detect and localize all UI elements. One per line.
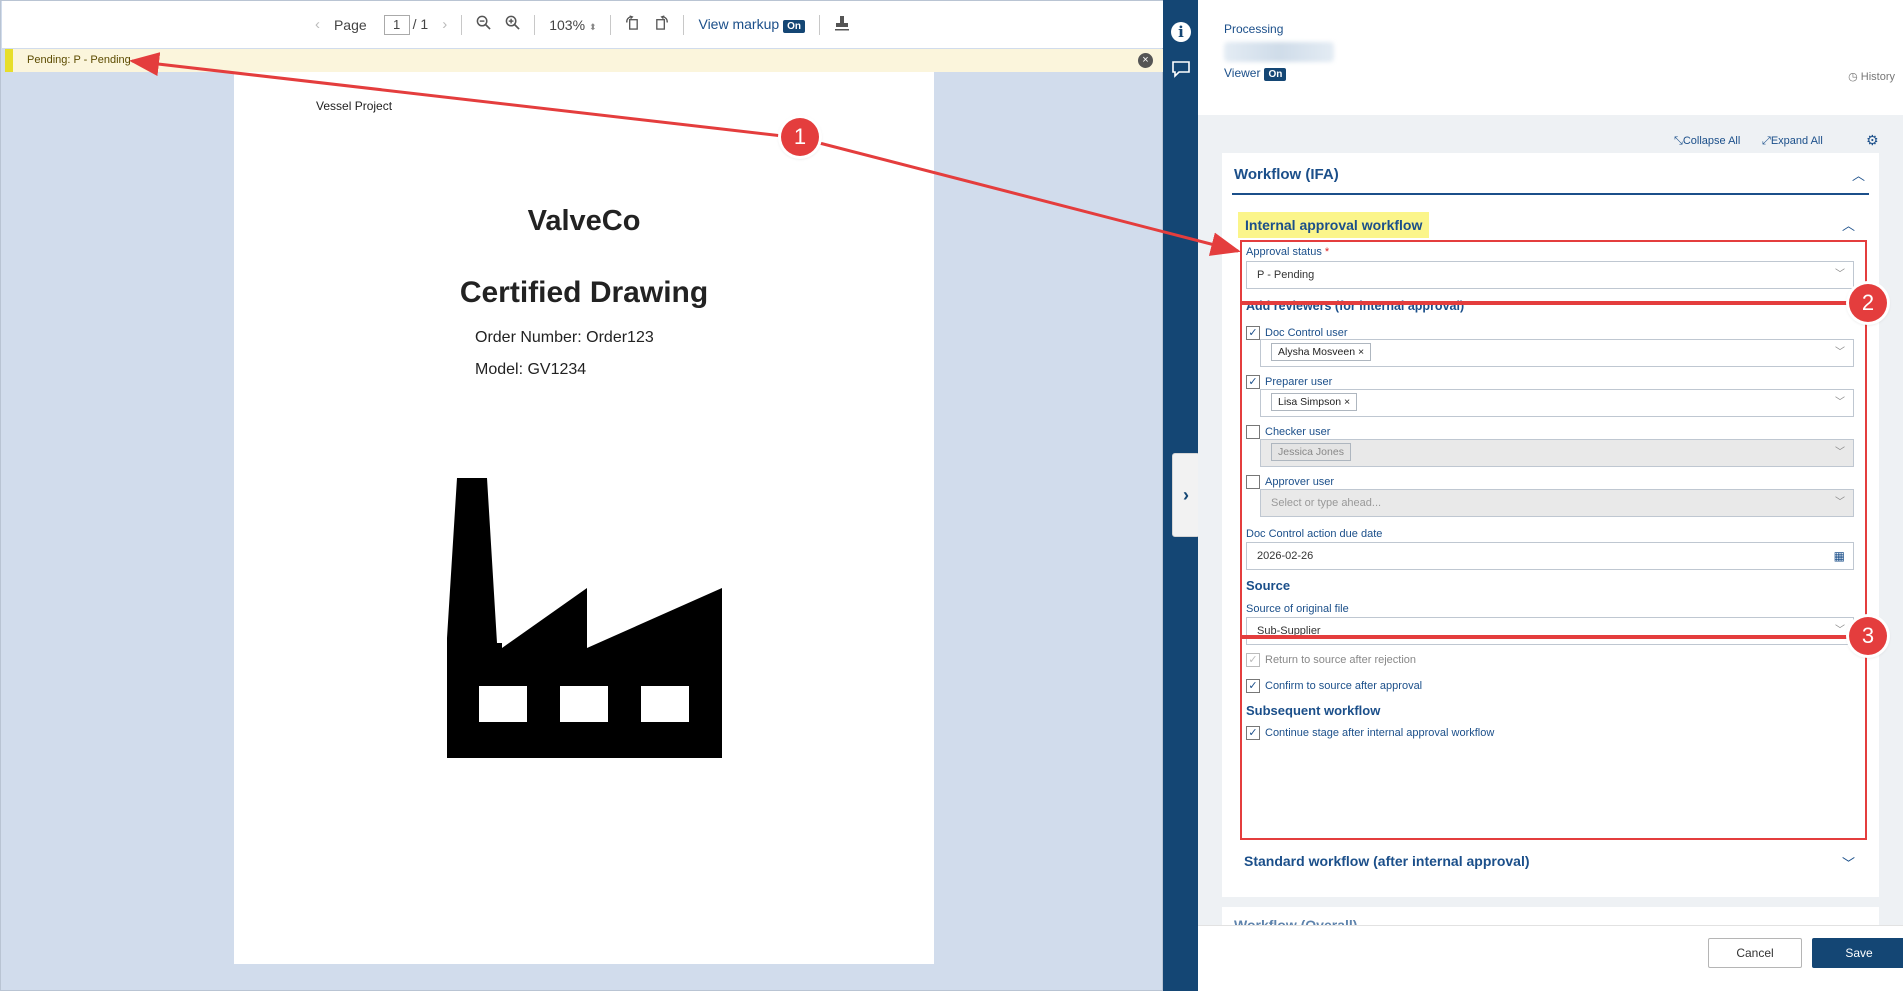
annotation-marker-1: 1 (781, 118, 819, 156)
annotation-marker-3: 3 (1849, 617, 1887, 655)
arrow-to-approval-status (799, 136, 1241, 256)
annotation-marker-2: 2 (1849, 284, 1887, 322)
arrow-to-banner (129, 52, 801, 140)
annotation-arrows (129, 52, 1241, 256)
